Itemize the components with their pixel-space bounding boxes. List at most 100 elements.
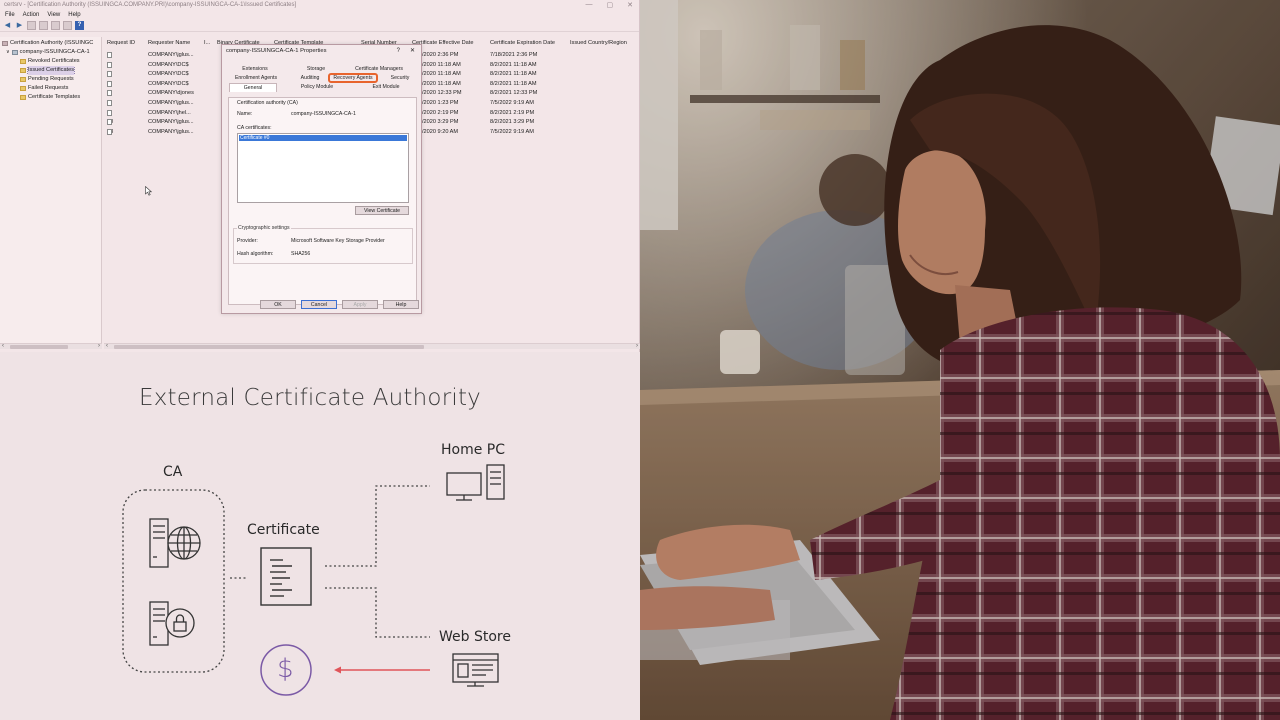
ca-properties-dialog: company-ISSUINGCA-CA-1 Properties ? ✕ Ex… (221, 44, 422, 314)
col-issued-country[interactable]: Issued Country/Region (570, 40, 627, 46)
requester-cell: COMPANY\DC$ (148, 62, 189, 68)
tab-exit-module[interactable]: Exit Module (364, 83, 408, 92)
tab-extensions[interactable]: Extensions (235, 65, 275, 74)
tab-enrollment-agents[interactable]: Enrollment Agents (229, 74, 283, 83)
tree-item-certificate-templates[interactable]: Certificate Templates (0, 93, 101, 102)
folder-icon (20, 59, 26, 64)
refresh-icon[interactable] (51, 21, 60, 30)
certsrv-window: certsrv - [Certification Authority (ISSU… (0, 0, 640, 352)
folder-icon (20, 77, 26, 82)
name-label: Name: (237, 111, 253, 117)
console-tree: Certification Authority (ISSUINGC ∨ comp… (0, 37, 102, 343)
tab-policy-module[interactable]: Policy Module (293, 83, 341, 92)
tree-ca[interactable]: ∨ company-ISSUINGCA-CA-1 (0, 48, 101, 57)
effective-date-cell-text: /2020 9:20 AM (422, 128, 459, 135)
certification-authority-icon (2, 41, 8, 46)
scroll-right-icon[interactable]: › (98, 343, 100, 349)
col-requester-name[interactable]: Requester Name (148, 40, 190, 46)
scroll-right-icon[interactable]: › (636, 343, 638, 349)
expiration-date-cell: 7/18/2021 2:36 PM (490, 52, 537, 58)
scroll-left-icon[interactable]: ‹ (2, 343, 4, 349)
effective-date-cell: /2020 3:29 PM (422, 119, 458, 125)
request-id-cell: 10 (107, 119, 113, 126)
expiration-date-cell-text: 8/2/2021 12:33 PM (490, 90, 538, 97)
expiration-date-cell-text: 8/2/2021 11:18 AM (490, 80, 537, 87)
tree-item-issued-certificates[interactable]: Issued Certificates (0, 66, 101, 75)
tab-security[interactable]: Security (385, 74, 415, 83)
effective-date-cell-text: /2020 3:29 PM (422, 119, 459, 126)
menu-bar: File Action View Help (0, 10, 639, 20)
provider-label: Provider: (237, 238, 258, 244)
requester-cell: COMPANY\djones (148, 90, 194, 96)
expiration-date-cell-text: 8/2/2021 2:19 PM (490, 109, 535, 116)
minimize-button[interactable]: — (586, 1, 593, 9)
show-hide-tree-icon[interactable] (39, 21, 48, 30)
menu-view[interactable]: View (47, 12, 60, 18)
scroll-thumb[interactable] (114, 345, 424, 349)
home-pc-label: Home PC (441, 442, 506, 458)
ca-certificates-label: CA certificates: (237, 125, 272, 131)
certificate-list-item[interactable]: Certificate #0 (239, 135, 407, 141)
tree-item-pending-requests[interactable]: Pending Requests (0, 75, 101, 84)
requester-cell: COMPANY\jglus... (148, 100, 194, 106)
web-store-icon (452, 653, 499, 687)
ok-button[interactable]: OK (260, 300, 296, 309)
export-list-icon[interactable] (63, 21, 72, 30)
menu-action[interactable]: Action (23, 12, 40, 18)
tab-recovery-agents[interactable]: Recovery Agents (328, 73, 378, 83)
certificate-icon (107, 71, 112, 78)
dialog-help-button[interactable]: ? (397, 45, 400, 57)
expiration-date-cell: 8/2/2021 11:18 AM (490, 81, 537, 87)
cancel-button[interactable]: Cancel (301, 300, 337, 309)
external-ca-diagram: External Certificate Authority CA Certif… (0, 352, 640, 720)
ca-group-label: Certification authority (CA) (237, 100, 298, 106)
certificate-icon (107, 109, 112, 116)
slide: certsrv - [Certification Authority (ISSU… (0, 0, 1280, 720)
dollar-icon: $ (277, 654, 294, 684)
help-icon[interactable]: ? (75, 21, 84, 30)
menu-file[interactable]: File (5, 12, 15, 18)
col-expiration-date[interactable]: Certificate Expiration Date (490, 40, 555, 46)
collapse-chevron-icon[interactable]: ∨ (6, 48, 10, 57)
apply-button[interactable]: Apply (342, 300, 378, 309)
list-horizontal-scrollbar[interactable]: ‹ › (104, 343, 640, 349)
effective-date-cell: /2020 11:18 AM (422, 62, 461, 68)
tab-auditing[interactable]: Auditing (293, 74, 327, 83)
menu-help[interactable]: Help (68, 12, 80, 18)
toolbar: ◀ ▶ ? (0, 20, 639, 32)
tree-item-revoked-certificates[interactable]: Revoked Certificates (0, 57, 101, 66)
requester-cell: COMPANY\jhel... (148, 110, 191, 116)
ca-dotted-boundary (122, 489, 225, 673)
effective-date-cell: /2020 1:23 PM (422, 100, 458, 106)
tree-root[interactable]: Certification Authority (ISSUINGC (0, 39, 101, 48)
request-id-cell: 3 (107, 52, 112, 58)
dialog-close-button[interactable]: ✕ (410, 45, 415, 57)
tree-item-failed-requests[interactable]: Failed Requests (0, 84, 101, 93)
certificate-document-icon (260, 547, 312, 606)
requester-cell-text: COMPANY\jglus... (148, 128, 194, 135)
scroll-thumb[interactable] (10, 345, 68, 349)
forward-arrow-icon[interactable]: ▶ (15, 21, 24, 30)
tab-row-1: Extensions Storage Certificate Managers (229, 65, 417, 74)
col-i[interactable]: I... (204, 40, 210, 46)
close-button[interactable]: ✕ (627, 1, 633, 9)
requester-cell-text: COMPANY\DC$ (148, 71, 189, 78)
request-id-cell: 6 (107, 80, 112, 87)
maximize-button[interactable]: ▢ (607, 1, 614, 9)
col-request-id[interactable]: Request ID (107, 40, 135, 46)
requester-cell-text: COMPANY\jglus... (148, 52, 194, 58)
scroll-left-icon[interactable]: ‹ (106, 343, 108, 349)
certificate-icon (107, 90, 112, 97)
folder-up-icon[interactable] (27, 21, 36, 30)
tab-general[interactable]: General (229, 83, 277, 92)
tab-storage[interactable]: Storage (299, 65, 333, 74)
dialog-help-bottom-button[interactable]: Help (383, 300, 419, 309)
effective-date-cell: /2020 2:19 PM (422, 110, 458, 116)
tree-horizontal-scrollbar[interactable]: ‹ › (0, 343, 102, 349)
effective-date-cell-text: /2020 2:36 PM (422, 52, 459, 58)
back-arrow-icon[interactable]: ◀ (3, 21, 12, 30)
server-globe-icon (149, 518, 201, 568)
ca-certificates-list[interactable]: Certificate #0 (237, 133, 409, 203)
effective-date-cell-text: /2020 11:18 AM (422, 71, 461, 78)
view-certificate-button[interactable]: View Certificate (355, 206, 409, 215)
